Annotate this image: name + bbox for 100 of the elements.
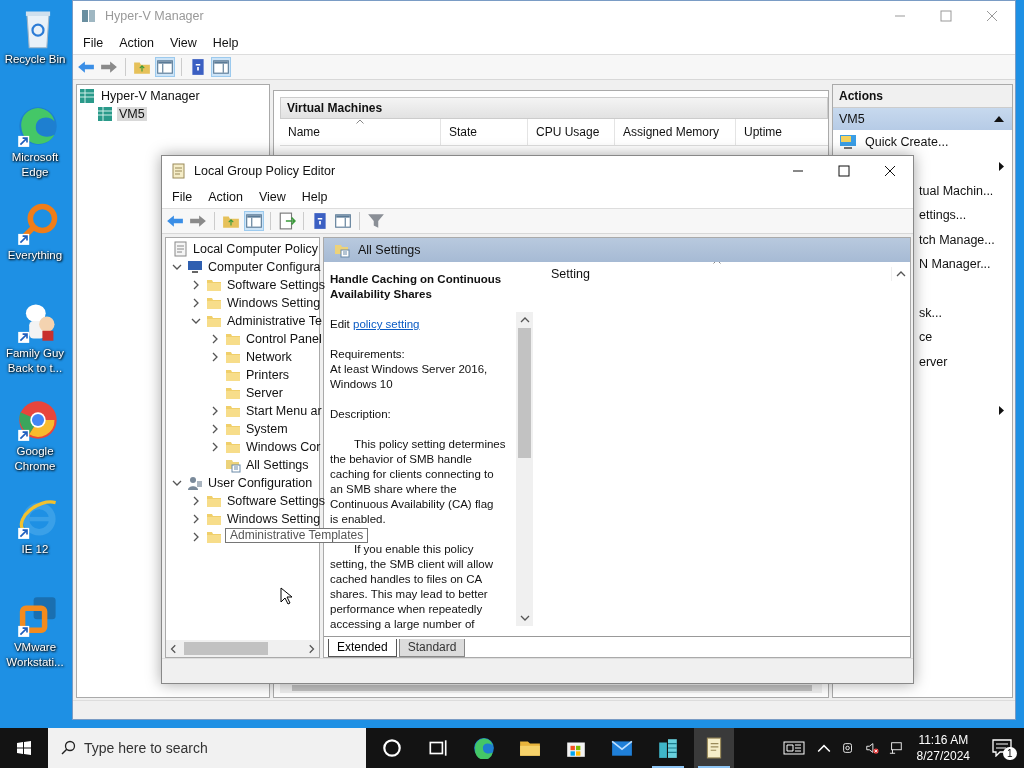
policy-setting-link[interactable]: policy setting — [353, 318, 420, 330]
expander-icon[interactable] — [191, 514, 201, 524]
network-icon[interactable] — [888, 741, 903, 755]
expander-icon[interactable] — [191, 496, 201, 506]
column-header[interactable]: Uptime — [736, 119, 824, 145]
pane-command[interactable]: Quick Create... — [865, 135, 949, 150]
column-header[interactable]: State — [441, 119, 528, 145]
scroll-up-icon[interactable] — [896, 270, 906, 278]
view-tab[interactable]: Extended — [328, 639, 397, 657]
document-icon — [172, 241, 188, 257]
help-icon[interactable] — [311, 212, 329, 230]
menu-item[interactable]: Help — [206, 33, 245, 52]
tree-item[interactable]: Local Computer Policy — [191, 242, 321, 256]
pane-command[interactable]: ce — [919, 330, 933, 345]
tree-toggle-icon[interactable] — [245, 212, 263, 230]
menu-item[interactable]: File — [166, 188, 199, 206]
export-icon[interactable] — [278, 212, 296, 230]
menu-item[interactable]: Action — [202, 188, 249, 206]
tree-item[interactable]: Software Settings — [225, 494, 327, 508]
column-header[interactable]: Assigned Memory — [615, 119, 736, 145]
horizontal-scrollbar[interactable] — [280, 684, 822, 693]
scroll-right-icon[interactable] — [306, 643, 316, 654]
tree-item[interactable]: Start Menu ar — [244, 404, 324, 418]
tree-item[interactable]: Computer Configura — [206, 260, 323, 274]
pane-command[interactable]: sk... — [919, 305, 942, 320]
pane-command[interactable]: ettings... — [919, 208, 967, 223]
expander-icon[interactable] — [210, 424, 220, 434]
chrome-icon[interactable] — [16, 398, 60, 442]
pane-command[interactable]: erver — [919, 354, 948, 369]
window-title: Hyper-V Manager — [105, 9, 204, 23]
server-icon — [81, 8, 97, 24]
magnifier-icon[interactable] — [16, 202, 60, 246]
horizontal-scrollbar[interactable] — [166, 640, 319, 657]
tree-toggle-icon[interactable] — [156, 58, 174, 76]
scroll-left-icon[interactable] — [169, 643, 179, 654]
expander-icon[interactable] — [191, 532, 201, 542]
pane-command[interactable]: tch Manage... — [919, 232, 995, 247]
tree-item[interactable]: System — [244, 422, 290, 436]
tree-item[interactable]: Control Panel — [244, 332, 324, 346]
tree-item[interactable]: Server — [244, 386, 285, 400]
expander-icon[interactable] — [210, 442, 220, 452]
folder-icon — [206, 295, 222, 311]
tree-item[interactable]: Windows Setting — [225, 296, 323, 310]
notification-icon[interactable] — [992, 739, 1012, 757]
expander-icon[interactable] — [210, 352, 220, 362]
column-header[interactable]: CPU Usage — [528, 119, 615, 145]
help-icon[interactable] — [189, 58, 207, 76]
view-tab[interactable]: Standard — [398, 639, 466, 657]
submenu-arrow-icon[interactable] — [999, 406, 1004, 415]
group-header[interactable]: VM5 — [833, 108, 1012, 130]
collapse-triangle-icon[interactable] — [994, 116, 1004, 122]
pane-command[interactable]: N Manager... — [919, 257, 991, 272]
speaker-muted-icon[interactable] — [864, 741, 879, 755]
expander-icon[interactable] — [210, 334, 220, 344]
camera-icon[interactable] — [840, 741, 855, 755]
windows-logo-icon[interactable] — [16, 740, 32, 756]
tree-item[interactable]: Printers — [244, 368, 292, 382]
folder-icon — [225, 331, 241, 347]
scroll-up-icon[interactable] — [519, 316, 530, 324]
tree-item[interactable]: Software Settings — [225, 278, 327, 292]
tree-item[interactable]: VM5 — [117, 107, 147, 121]
description-label: Description: — [330, 407, 392, 422]
vertical-scrollbar[interactable] — [516, 312, 533, 626]
expander-icon[interactable] — [210, 406, 220, 416]
scroll-down-icon[interactable] — [519, 614, 530, 622]
pane-toggle-icon[interactable] — [334, 212, 352, 230]
menu-item[interactable]: View — [252, 188, 292, 206]
tree-item[interactable]: Network — [244, 350, 294, 364]
expander-icon[interactable] — [172, 478, 182, 488]
menu-item[interactable]: File — [77, 33, 110, 52]
requirements-label: Requirements: — [330, 347, 406, 362]
taskbar-button[interactable] — [694, 728, 734, 768]
column-header[interactable]: Name — [280, 119, 441, 145]
tree-item[interactable]: Administrative Te — [225, 314, 324, 328]
tree-item[interactable]: Windows Setting — [225, 512, 323, 526]
filter-icon[interactable] — [367, 212, 385, 230]
pane-toggle-icon[interactable] — [212, 58, 230, 76]
expander-icon[interactable] — [191, 316, 201, 326]
pane-command[interactable]: tual Machin... — [919, 183, 994, 198]
tree-item[interactable]: All Settings — [244, 458, 311, 472]
expander-icon[interactable] — [191, 298, 201, 308]
folder-icon — [206, 529, 222, 545]
menu-item[interactable]: View — [163, 33, 203, 52]
menu-item[interactable]: Help — [295, 188, 334, 206]
tree-item[interactable]: Windows Cor — [244, 440, 323, 454]
news-icon[interactable] — [782, 740, 805, 756]
tree-item[interactable]: User Configuration — [206, 476, 315, 490]
expander-icon[interactable] — [191, 280, 201, 290]
tree-item[interactable]: Hyper-V Manager — [99, 89, 202, 103]
column-header[interactable]: Setting — [537, 267, 892, 281]
folder-icon — [225, 349, 241, 365]
clock-time[interactable]: 11:16 AM — [918, 732, 969, 748]
swirl-icon[interactable] — [16, 104, 60, 148]
expander-icon[interactable] — [172, 262, 182, 272]
folder-icon — [206, 493, 222, 509]
search-field[interactable]: Type here to search — [48, 728, 366, 768]
clock-date[interactable]: 8/27/2024 — [916, 748, 970, 764]
submenu-arrow-icon[interactable] — [999, 162, 1004, 172]
notification-count: 1 — [1003, 747, 1017, 760]
menu-item[interactable]: Action — [113, 33, 160, 52]
